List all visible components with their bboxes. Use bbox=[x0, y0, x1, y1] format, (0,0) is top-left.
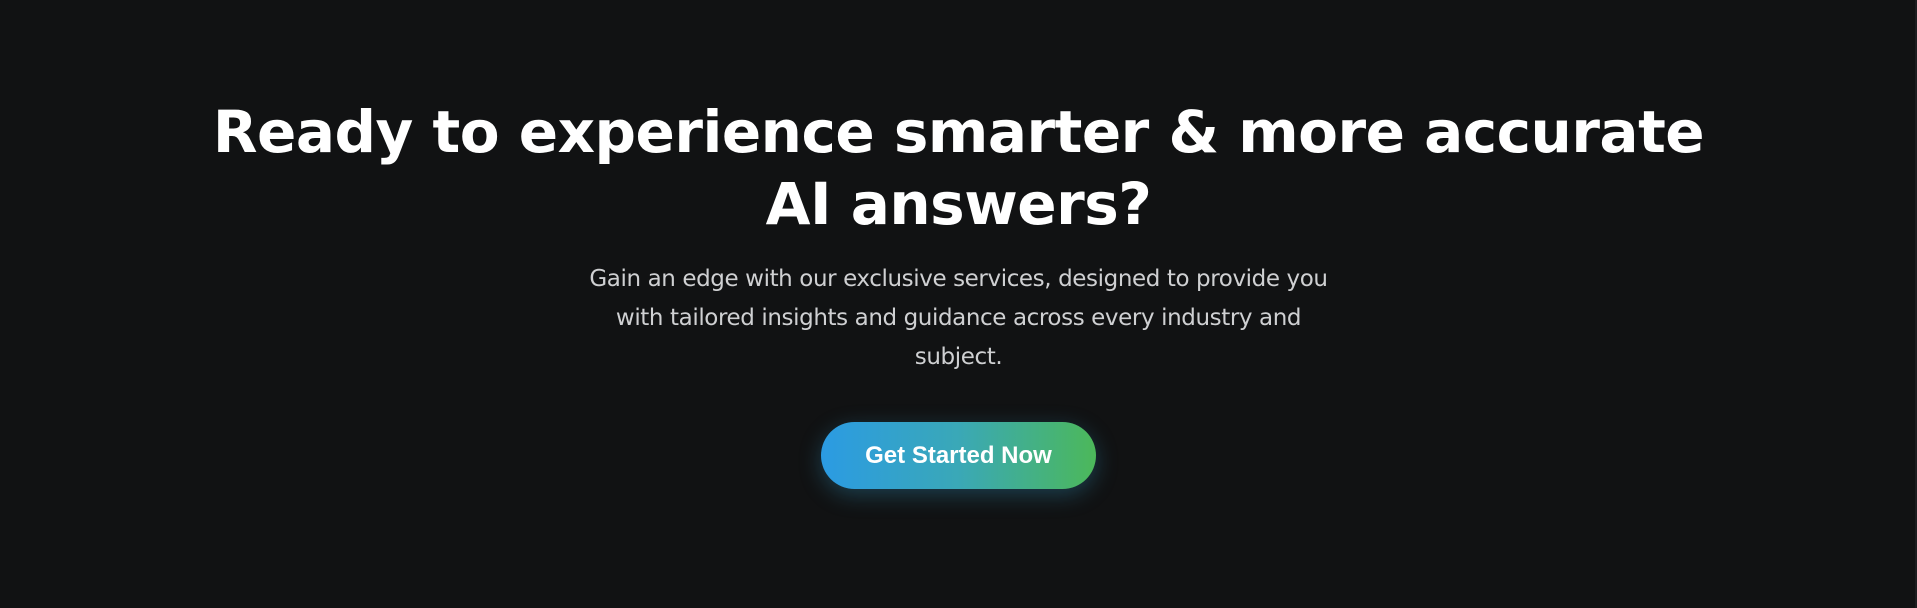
cta-heading: Ready to experience smarter & more accur… bbox=[212, 98, 1705, 238]
cta-section: Ready to experience smarter & more accur… bbox=[0, 0, 1917, 608]
cta-description: Gain an edge with our exclusive services… bbox=[589, 266, 1328, 370]
get-started-button[interactable]: Get Started Now bbox=[821, 422, 1096, 489]
